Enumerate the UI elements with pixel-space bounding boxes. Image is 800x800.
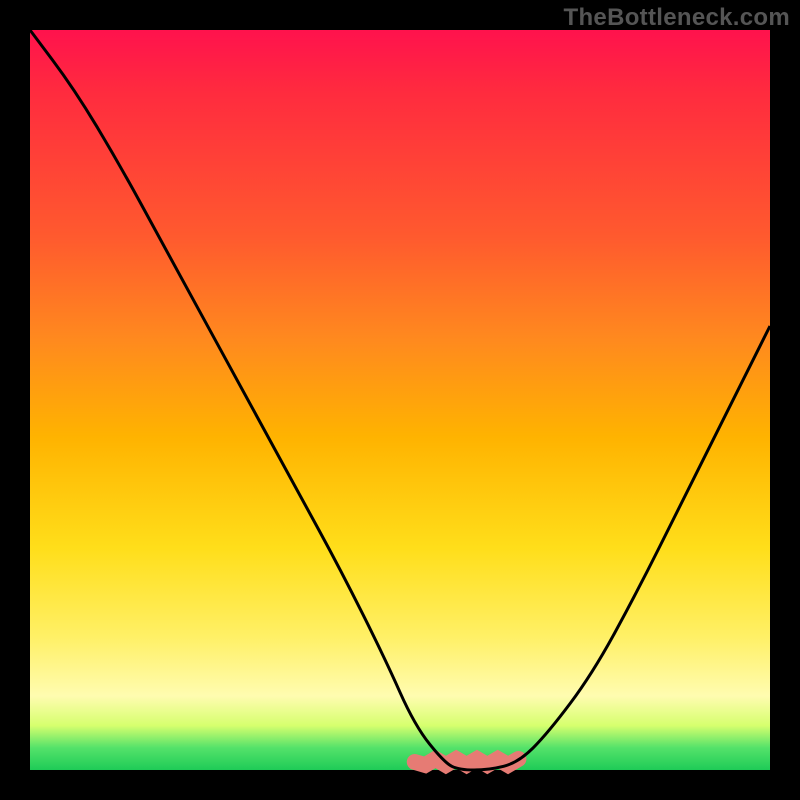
bottleneck-trough-highlight xyxy=(415,759,519,765)
watermark-text: TheBottleneck.com xyxy=(564,4,790,32)
chart-frame: TheBottleneck.com xyxy=(0,0,800,800)
chart-svg xyxy=(30,30,770,770)
bottleneck-curve-line xyxy=(30,30,770,770)
chart-panel xyxy=(30,30,770,770)
